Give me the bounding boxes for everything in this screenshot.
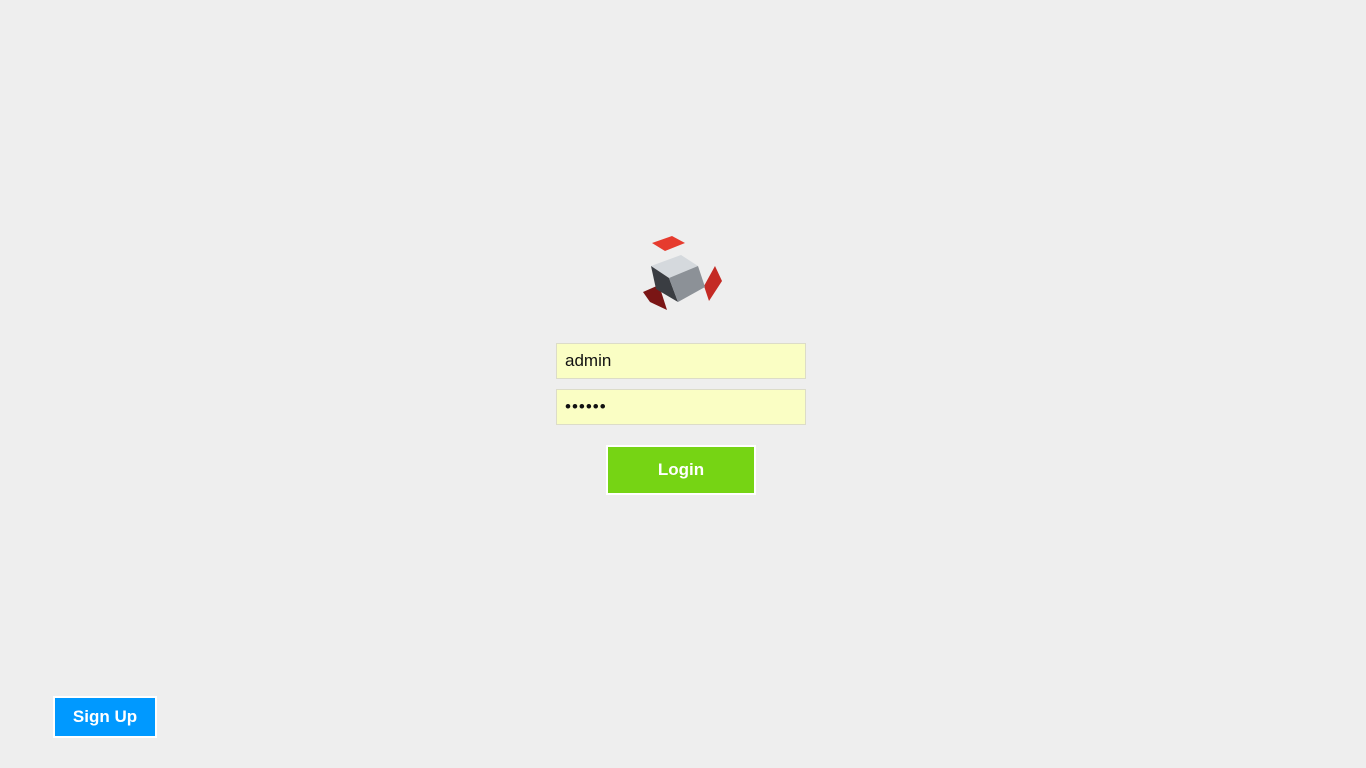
sign-up-button[interactable]: Sign Up xyxy=(53,696,157,738)
cube-logo-icon xyxy=(643,236,722,310)
logo-tile-top xyxy=(652,236,685,251)
login-button[interactable]: Login xyxy=(606,445,756,495)
password-input[interactable] xyxy=(556,389,806,425)
login-page: Login Sign Up xyxy=(0,0,1366,768)
logo-tile-right xyxy=(704,266,722,301)
username-input[interactable] xyxy=(556,343,806,379)
